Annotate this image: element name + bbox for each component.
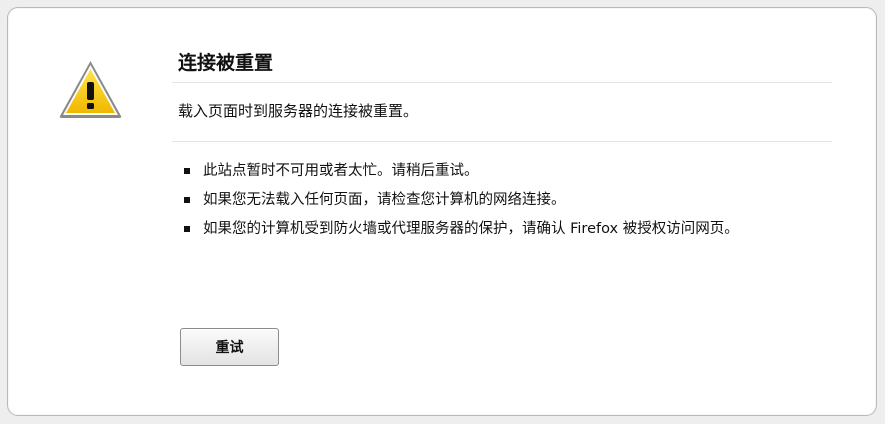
reason-item: 此站点暂时不可用或者太忙。请稍后重试。 bbox=[172, 160, 772, 183]
reason-item: 如果您的计算机受到防火墙或代理服务器的保护，请确认 Firefox 被授权访问网… bbox=[172, 218, 772, 241]
error-content: 连接被重置 载入页面时到服务器的连接被重置。 此站点暂时不可用或者太忙。请稍后重… bbox=[172, 50, 832, 247]
bullet-icon bbox=[184, 226, 190, 232]
bullet-icon bbox=[184, 168, 190, 174]
bullet-icon bbox=[184, 197, 190, 203]
error-description: 载入页面时到服务器的连接被重置。 bbox=[172, 83, 832, 142]
warning-icon bbox=[59, 61, 122, 118]
reason-text: 如果您的计算机受到防火墙或代理服务器的保护，请确认 Firefox 被授权访问网… bbox=[203, 221, 739, 237]
reason-text: 如果您无法载入任何页面，请检查您计算机的网络连接。 bbox=[203, 192, 566, 208]
reason-item: 如果您无法载入任何页面，请检查您计算机的网络连接。 bbox=[172, 189, 772, 212]
error-title: 连接被重置 bbox=[172, 50, 832, 83]
error-page: 连接被重置 载入页面时到服务器的连接被重置。 此站点暂时不可用或者太忙。请稍后重… bbox=[0, 0, 885, 424]
retry-button[interactable]: 重试 bbox=[180, 328, 279, 366]
reason-text: 此站点暂时不可用或者太忙。请稍后重试。 bbox=[203, 163, 479, 179]
reason-list: 此站点暂时不可用或者太忙。请稍后重试。 如果您无法载入任何页面，请检查您计算机的… bbox=[172, 142, 772, 241]
